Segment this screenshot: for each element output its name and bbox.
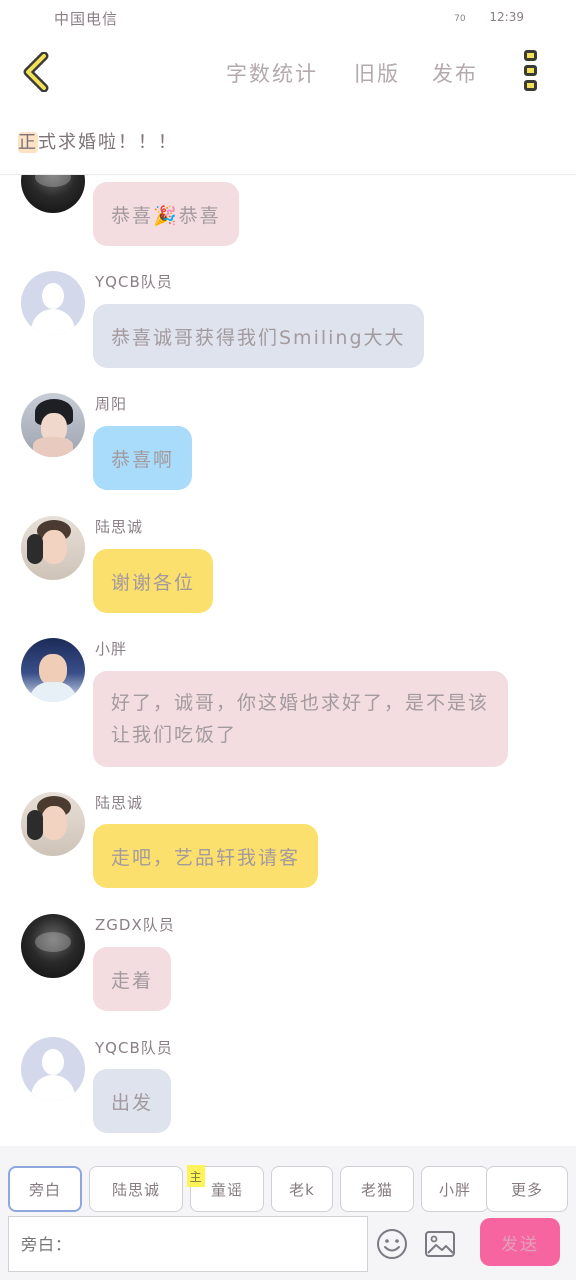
role-tab-lusicheng[interactable]: 陆思诚 [89, 1166, 183, 1212]
smiley-icon [377, 1229, 407, 1259]
message-bubble[interactable]: 走吧，艺品轩我请客 [93, 824, 319, 888]
clock: 12:39 [489, 10, 524, 24]
avatar[interactable] [21, 271, 85, 335]
message-bubble[interactable]: 恭喜啊 [93, 426, 193, 490]
old-version-button[interactable]: 旧版 [354, 58, 400, 88]
message-list[interactable]: 恭喜🎉恭喜 YQCB队员 恭喜诚哥获得我们Smiling大大 周阳 恭喜啊 陆思… [0, 175, 576, 1145]
send-button[interactable]: 发送 [480, 1218, 560, 1266]
avatar[interactable] [21, 175, 85, 213]
image-button[interactable] [424, 1230, 456, 1258]
message-bubble[interactable]: 恭喜诚哥获得我们Smiling大大 [93, 304, 424, 368]
sender-name: 小胖 [95, 640, 128, 658]
avatar[interactable] [21, 1037, 85, 1101]
message-bubble[interactable]: 出发 [93, 1069, 172, 1133]
avatar[interactable] [21, 516, 85, 580]
carrier-label: 中国电信 [54, 10, 119, 28]
role-tab-label: 童谣 [210, 1180, 243, 1199]
composer-panel: 旁白 陆思诚 主 童谣 老k 老猫 小胖 更多 发送 [0, 1146, 576, 1280]
sender-name: YQCB队员 [95, 1039, 173, 1057]
signal-strength: 70 [454, 14, 466, 24]
role-tab-label: 陆思诚 [111, 1180, 160, 1199]
message-input[interactable] [8, 1216, 368, 1272]
role-tab-label: 旁白 [28, 1180, 61, 1199]
default-user-icon [42, 1049, 64, 1075]
avatar[interactable] [21, 393, 85, 457]
role-tab-laok[interactable]: 老k [271, 1166, 333, 1212]
role-tab-label: 更多 [510, 1180, 543, 1199]
back-button[interactable] [18, 51, 58, 93]
word-count-button[interactable]: 字数统计 [226, 58, 318, 88]
role-tab-narrator[interactable]: 旁白 [8, 1166, 82, 1212]
status-bar: 中国电信 70 12:39 [0, 0, 576, 36]
more-dots-icon [523, 50, 537, 61]
message-bubble[interactable]: 走着 [93, 947, 172, 1011]
sender-name: 陆思诚 [95, 794, 144, 812]
image-icon [425, 1231, 455, 1257]
role-tab-label: 老猫 [360, 1180, 393, 1199]
chat-title-text: 式求婚啦！！！ [38, 132, 178, 153]
role-tab-more[interactable]: 更多 [486, 1166, 568, 1212]
sender-name: 周阳 [95, 395, 128, 413]
top-nav: 字数统计 旧版 发布 [0, 40, 576, 104]
more-menu-button[interactable] [518, 50, 542, 96]
role-tab-xiaopang[interactable]: 小胖 [421, 1166, 489, 1212]
message-bubble[interactable]: 好了，诚哥，你这婚也求好了，是不是该让我们吃饭了 [93, 671, 508, 767]
send-button-label: 发送 [501, 1234, 539, 1255]
chevron-left-icon [23, 51, 49, 93]
role-tab-label: 老k [289, 1180, 315, 1199]
host-badge: 主 [187, 1165, 205, 1187]
default-user-icon [42, 283, 64, 309]
role-tab-laomao[interactable]: 老猫 [340, 1166, 414, 1212]
status-indicators: 70 12:39 [454, 10, 524, 24]
publish-button[interactable]: 发布 [432, 58, 478, 88]
sender-name: 陆思诚 [95, 518, 144, 536]
role-tab-tongyao[interactable]: 主 童谣 [187, 1165, 264, 1212]
avatar[interactable] [21, 792, 85, 856]
sender-name: YQCB队员 [95, 273, 173, 291]
message-bubble[interactable]: 谢谢各位 [93, 549, 214, 613]
chat-title-first-char: 正 [18, 132, 38, 153]
avatar[interactable] [21, 638, 85, 702]
sender-name: ZGDX队员 [95, 916, 175, 934]
avatar[interactable] [21, 914, 85, 978]
message-bubble[interactable]: 恭喜🎉恭喜 [93, 182, 239, 246]
emoji-button[interactable] [376, 1228, 408, 1260]
role-tab-label: 小胖 [438, 1180, 471, 1199]
chat-title: 正式求婚啦！！！ [18, 128, 178, 154]
